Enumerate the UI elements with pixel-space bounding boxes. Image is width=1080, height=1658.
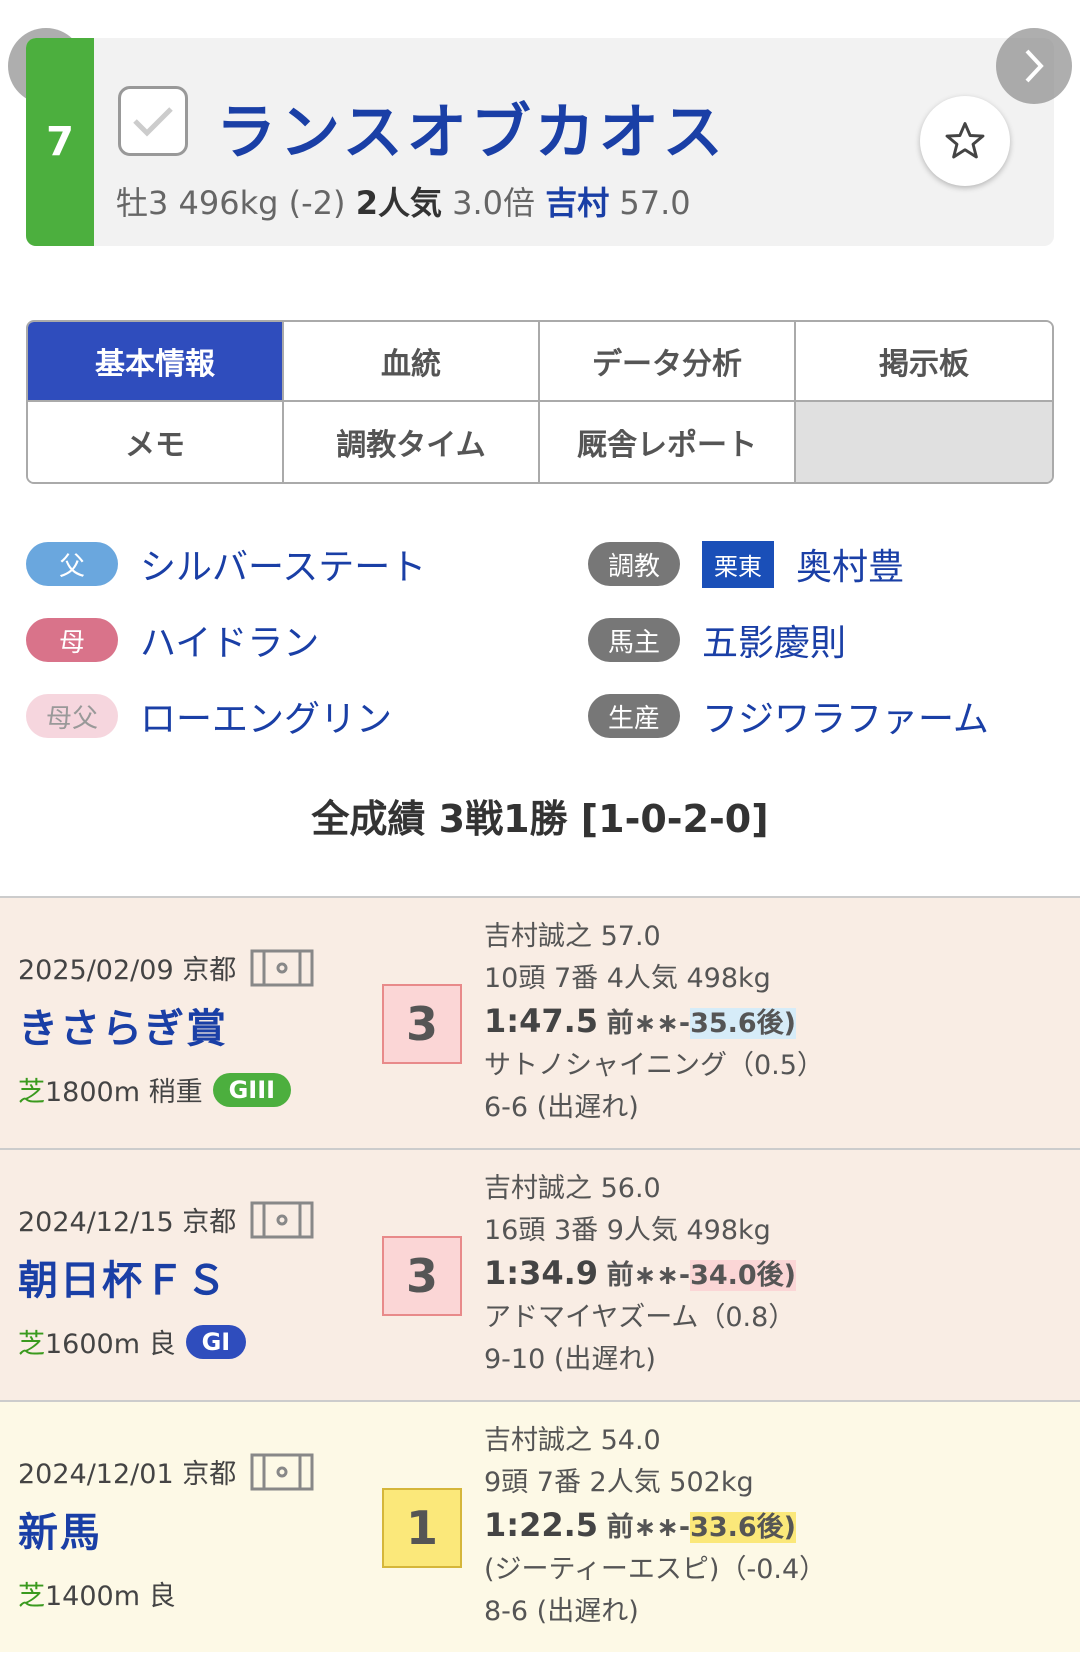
position-marks: 前∗∗- (606, 1008, 691, 1039)
owner-row: 馬主 五影慶則 (588, 615, 846, 665)
odds: 3.0倍 (452, 184, 536, 222)
mfather-row: 母父 ローエングリン (26, 691, 392, 741)
last-3f: 33.6後) (690, 1512, 797, 1543)
distance-going: 1600m 良 (45, 1329, 176, 1360)
race-row[interactable]: 2024/12/15 京都 朝日杯ＦＳ 芝 1600m 良 GI 3 吉村誠之 … (0, 1148, 1080, 1400)
race-row[interactable]: 2025/02/09 京都 きさらぎ賞 芝 1800m 稍重 GIII 3 吉村… (0, 896, 1080, 1148)
last-3f: 34.0後) (690, 1260, 797, 1291)
info-tabs: 基本情報 血統 データ分析 掲示板 メモ 調教タイム 厩舎レポート (26, 320, 1054, 484)
race-detail: 吉村誠之 56.0 16頭 3番 9人気 498kg 1:34.9 前∗∗-34… (484, 1168, 797, 1381)
horse-number: 7 (26, 38, 94, 246)
jockey-line: 吉村誠之 56.0 (484, 1173, 661, 1204)
father-row: 父 シルバーステート (26, 539, 426, 589)
grade-badge: GIII (212, 1072, 292, 1107)
video-icon[interactable] (250, 1453, 314, 1491)
body-weight: 496kg (-2) (178, 184, 346, 222)
race-date: 2024/12/15 京都 (18, 1200, 314, 1239)
mother-row: 母 ハイドラン (26, 615, 319, 665)
tab-empty (796, 402, 1052, 482)
race-condition: 芝 1400m 良 (18, 1574, 176, 1613)
last-3f: 35.6後) (690, 1008, 797, 1039)
father-link[interactable]: シルバーステート (140, 538, 426, 590)
race-time: 1:34.9 (484, 1254, 599, 1292)
father-label: 父 (26, 542, 118, 586)
career-record: 全成績 3戦1勝 [1-0-2-0] (311, 797, 769, 841)
tab-memo[interactable]: メモ (28, 402, 284, 482)
surface: 芝 (18, 1077, 45, 1108)
breeder-link[interactable]: フジワラファーム (702, 690, 989, 742)
owner-label: 馬主 (588, 618, 680, 662)
mfather-label: 母父 (26, 694, 118, 738)
tab-pedigree[interactable]: 血統 (284, 322, 540, 402)
mfather-link[interactable]: ローエングリン (140, 690, 392, 742)
position-marks: 前∗∗- (606, 1260, 691, 1291)
select-checkbox[interactable] (118, 86, 188, 156)
race-name[interactable]: きさらぎ賞 (18, 996, 228, 1054)
race-detail: 吉村誠之 54.0 9頭 7番 2人気 502kg 1:22.5 前∗∗-33.… (484, 1420, 826, 1633)
race-time: 1:47.5 (484, 1002, 599, 1040)
star-icon (945, 122, 985, 159)
race-name[interactable]: 新馬 (18, 1500, 102, 1558)
distance-going: 1400m 良 (45, 1581, 176, 1612)
horse-meta: 牡3 496kg (-2) 2人気 3.0倍 吉村 57.0 (116, 178, 691, 224)
race-detail: 吉村誠之 57.0 10頭 7番 4人気 498kg 1:47.5 前∗∗-35… (484, 916, 824, 1129)
trainer-label: 調教 (588, 542, 680, 586)
tab-board[interactable]: 掲示板 (796, 322, 1052, 402)
passing-line: 9-10 (出遅れ) (484, 1344, 656, 1375)
jockey-line: 吉村誠之 54.0 (484, 1425, 661, 1456)
trainer-region-badge: 栗東 (702, 540, 774, 588)
grade-badge: GI (185, 1324, 247, 1359)
field-line: 16頭 3番 9人気 498kg (484, 1215, 771, 1246)
race-date-text: 2024/12/15 京都 (18, 1207, 237, 1238)
horse-name[interactable]: ランスオブカオス (216, 84, 727, 171)
favorite-button[interactable] (920, 96, 1010, 186)
rival-line: アドマイヤズーム（0.8） (484, 1302, 796, 1333)
race-condition: 芝 1800m 稍重 GIII (18, 1070, 292, 1109)
mother-label: 母 (26, 618, 118, 662)
race-condition: 芝 1600m 良 GI (18, 1322, 247, 1361)
burden-weight: 57.0 (619, 184, 691, 222)
surface: 芝 (18, 1581, 45, 1612)
chevron-right-icon (1025, 49, 1044, 83)
passing-line: 8-6 (出遅れ) (484, 1596, 639, 1627)
finish-rank: 3 (382, 1236, 462, 1316)
race-row[interactable]: 2024/12/01 京都 新馬 芝 1400m 良 1 吉村誠之 54.0 9… (0, 1400, 1080, 1652)
finish-rank: 1 (382, 1488, 462, 1568)
sex-age: 牡3 (116, 184, 169, 222)
next-horse-button[interactable] (996, 28, 1072, 104)
owner-link[interactable]: 五影慶則 (702, 614, 846, 666)
position-marks: 前∗∗- (606, 1512, 691, 1543)
race-date-text: 2025/02/09 京都 (18, 955, 237, 986)
breeder-label: 生産 (588, 694, 680, 738)
jockey-link[interactable]: 吉村 (545, 184, 609, 222)
distance-going: 1800m 稍重 (45, 1077, 203, 1108)
mother-link[interactable]: ハイドラン (140, 614, 319, 666)
tab-basic-info[interactable]: 基本情報 (28, 322, 284, 402)
tab-data-analysis[interactable]: データ分析 (540, 322, 796, 402)
race-name[interactable]: 朝日杯ＦＳ (18, 1248, 228, 1306)
race-date: 2024/12/01 京都 (18, 1452, 314, 1491)
race-date-text: 2024/12/01 京都 (18, 1459, 237, 1490)
race-time: 1:22.5 (484, 1506, 599, 1544)
field-line: 9頭 7番 2人気 502kg (484, 1467, 754, 1498)
rival-line: サトノシャイニング（0.5） (484, 1050, 824, 1081)
check-icon (133, 107, 173, 137)
popularity: 2人気 (355, 184, 442, 222)
surface: 芝 (18, 1329, 45, 1360)
trainer-link[interactable]: 奥村豊 (796, 538, 904, 590)
breeder-row: 生産 フジワラファーム (588, 691, 989, 741)
video-icon[interactable] (250, 1201, 314, 1239)
tab-training-time[interactable]: 調教タイム (284, 402, 540, 482)
race-date: 2025/02/09 京都 (18, 948, 314, 987)
rival-line: (ジーティーエスピ)（-0.4） (484, 1554, 827, 1585)
trainer-row: 調教 栗東 奥村豊 (588, 539, 904, 589)
jockey-line: 吉村誠之 57.0 (484, 921, 661, 952)
tab-stable-report[interactable]: 厩舎レポート (540, 402, 796, 482)
field-line: 10頭 7番 4人気 498kg (484, 963, 771, 994)
video-icon[interactable] (250, 949, 314, 987)
passing-line: 6-6 (出遅れ) (484, 1092, 639, 1123)
finish-rank: 3 (382, 984, 462, 1064)
horse-header: 7 ランスオブカオス 牡3 496kg (-2) 2人気 3.0倍 吉村 57.… (26, 38, 1054, 246)
